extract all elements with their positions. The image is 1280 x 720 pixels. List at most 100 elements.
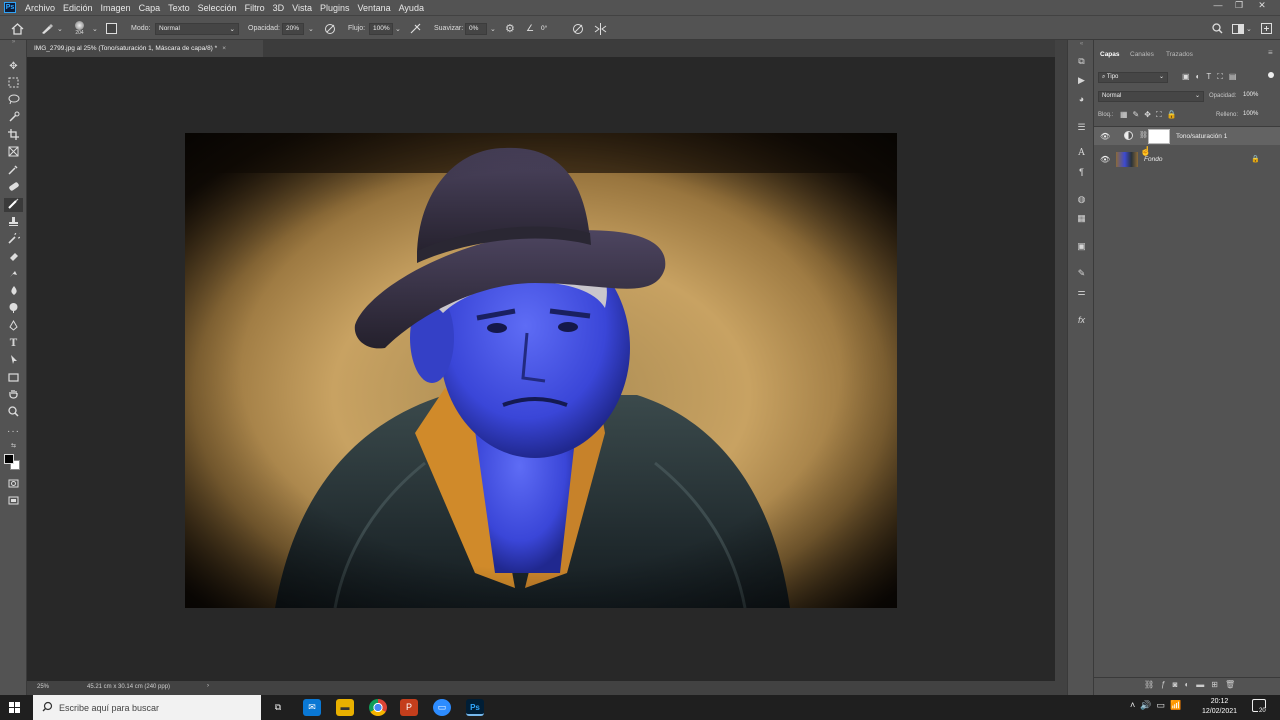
collapse-tools-icon[interactable]: » bbox=[4, 39, 23, 53]
properties-sliders-icon[interactable]: ⚌ bbox=[1074, 286, 1089, 299]
search-icon[interactable] bbox=[1212, 16, 1223, 41]
menu-texto[interactable]: Texto bbox=[164, 3, 194, 13]
tab-trazados[interactable]: Trazados bbox=[1166, 51, 1193, 58]
menu-ayuda[interactable]: Ayuda bbox=[395, 3, 428, 13]
angle-input[interactable]: 0° bbox=[538, 23, 560, 35]
adjustments-icon[interactable]: ☰ bbox=[1074, 121, 1089, 134]
chevron-down-icon[interactable]: ⌄ bbox=[308, 16, 314, 41]
swatches-grid-icon[interactable]: ▦ bbox=[1074, 212, 1089, 225]
lock-icons[interactable]: ▦✎✥⛶🔒 bbox=[1120, 110, 1182, 120]
smoothing-input[interactable]: 0% bbox=[465, 22, 487, 35]
airbrush-icon[interactable] bbox=[409, 16, 422, 41]
home-icon[interactable] bbox=[11, 16, 24, 41]
brush-tool-icon[interactable] bbox=[4, 198, 23, 212]
path-selection-tool-icon[interactable] bbox=[4, 354, 23, 368]
eye-visibility-icon[interactable]: 👁 bbox=[1100, 155, 1110, 164]
zoom-tool-icon[interactable] bbox=[4, 406, 23, 420]
history-panel-icon[interactable]: ⧉ bbox=[1074, 55, 1089, 68]
crop-tool-icon[interactable] bbox=[4, 129, 23, 143]
type-tool-icon[interactable]: T bbox=[4, 337, 23, 351]
share-icon[interactable] bbox=[1261, 16, 1272, 41]
close-tab-icon[interactable]: × bbox=[222, 45, 226, 52]
status-menu-arrow[interactable]: › bbox=[207, 683, 209, 689]
layer-opacity-input[interactable]: 100% bbox=[1240, 91, 1272, 102]
zoom-app-icon[interactable]: ▭ bbox=[433, 699, 451, 716]
more-tools-icon[interactable]: ··· bbox=[4, 425, 23, 439]
color-wheel-icon[interactable]: ◕ bbox=[1074, 93, 1089, 106]
menu-3d[interactable]: 3D bbox=[269, 3, 289, 13]
layer-row-background[interactable]: 👁 Fondo 🔒 bbox=[1094, 150, 1280, 169]
history-brush-tool-icon[interactable] bbox=[4, 231, 23, 247]
menu-seleccion[interactable]: Selección bbox=[194, 3, 241, 13]
marquee-tool-icon[interactable] bbox=[4, 77, 23, 91]
pressure-opacity-icon[interactable] bbox=[324, 16, 336, 41]
task-view-icon[interactable]: ⧉ bbox=[269, 699, 287, 716]
eye-visibility-icon[interactable]: 👁 bbox=[1100, 132, 1110, 141]
blur-tool-icon[interactable] bbox=[4, 285, 23, 299]
frame-tool-icon[interactable] bbox=[4, 146, 23, 160]
gradient-tool-icon[interactable] bbox=[4, 268, 23, 282]
eyedropper-tool-icon[interactable] bbox=[4, 164, 23, 178]
3d-panel-icon[interactable]: ◍ bbox=[1074, 193, 1089, 206]
filter-toggle-icon[interactable] bbox=[1268, 72, 1274, 78]
menu-capa[interactable]: Capa bbox=[135, 3, 165, 13]
system-tray-icons[interactable]: ˄🔊▭📶 bbox=[1130, 700, 1186, 711]
mode-select[interactable]: Normal ⌄ bbox=[155, 22, 239, 35]
chevron-down-icon[interactable]: ⌄ bbox=[1246, 16, 1252, 41]
chevron-down-icon[interactable]: ⌄ bbox=[92, 16, 98, 41]
flow-input[interactable]: 100% bbox=[369, 22, 393, 35]
gradients-icon[interactable]: ▣ bbox=[1074, 240, 1089, 253]
document-image[interactable] bbox=[185, 133, 897, 608]
powerpoint-icon[interactable]: P bbox=[400, 699, 418, 716]
layer-filter-icons[interactable]: ▣◐T⛶▤ bbox=[1182, 72, 1242, 82]
taskbar-search-box[interactable]: Escribe aquí para buscar bbox=[33, 695, 261, 720]
paragraph-panel-icon[interactable]: ¶ bbox=[1074, 166, 1089, 179]
menu-vista[interactable]: Vista bbox=[288, 3, 316, 13]
menu-ventana[interactable]: Ventana bbox=[354, 3, 395, 13]
chevron-down-icon[interactable]: ⌄ bbox=[395, 16, 401, 41]
menu-edicion[interactable]: Edición bbox=[59, 3, 97, 13]
pressure-size-icon[interactable] bbox=[572, 16, 584, 41]
quick-mask-icon[interactable] bbox=[4, 478, 23, 492]
zoom-level[interactable]: 25% bbox=[37, 684, 49, 690]
quick-select-tool-icon[interactable] bbox=[4, 111, 23, 125]
mail-app-icon[interactable]: ✉ bbox=[303, 699, 321, 716]
taskbar-clock[interactable]: 20:12 12/02/2021 bbox=[1197, 697, 1242, 717]
eraser-tool-icon[interactable] bbox=[4, 251, 23, 265]
layer-mask-thumbnail[interactable] bbox=[1148, 129, 1170, 144]
panel-menu-icon[interactable]: ≡ bbox=[1268, 48, 1273, 57]
move-tool-icon[interactable]: ✥ bbox=[4, 60, 23, 74]
blend-mode-select[interactable]: Normal ⌄ bbox=[1098, 91, 1204, 102]
layer-name[interactable]: Tono/saturación 1 bbox=[1176, 133, 1227, 140]
layer-footer-buttons[interactable]: ⛓ƒ◙◐▬⊞🗑 bbox=[1144, 680, 1242, 689]
close-button[interactable]: ✕ bbox=[1252, 0, 1272, 11]
layer-filter-select[interactable]: ⌕ Tipo ⌄ bbox=[1098, 72, 1168, 83]
restore-button[interactable]: ❐ bbox=[1229, 0, 1249, 11]
chevron-down-icon[interactable]: ⌄ bbox=[490, 16, 496, 41]
rectangle-tool-icon[interactable] bbox=[4, 372, 23, 386]
brushes-panel-icon[interactable]: ✎ bbox=[1074, 267, 1089, 280]
fill-input[interactable]: 100% bbox=[1240, 110, 1272, 121]
layer-name[interactable]: Fondo bbox=[1144, 156, 1162, 163]
brush-preset-picker[interactable]: 204 bbox=[75, 16, 84, 41]
screen-mode-icon[interactable] bbox=[4, 495, 23, 509]
character-panel-icon[interactable]: A bbox=[1074, 147, 1089, 160]
healing-brush-tool-icon[interactable] bbox=[4, 181, 23, 195]
menu-filtro[interactable]: Filtro bbox=[241, 3, 269, 13]
dodge-tool-icon[interactable] bbox=[4, 302, 23, 316]
pen-tool-icon[interactable] bbox=[4, 320, 23, 334]
windows-start-icon[interactable] bbox=[9, 702, 20, 713]
workspace-icon[interactable] bbox=[1232, 16, 1244, 41]
brush-tool-icon[interactable] bbox=[40, 16, 54, 41]
collapse-panels-icon[interactable]: « bbox=[1074, 40, 1089, 53]
photoshop-taskbar-icon[interactable]: Ps bbox=[466, 699, 484, 716]
link-chain-icon[interactable]: ⛓ bbox=[1139, 131, 1148, 139]
chrome-icon[interactable] bbox=[369, 699, 387, 716]
menu-imagen[interactable]: Imagen bbox=[97, 3, 135, 13]
opacity-input[interactable]: 20% bbox=[282, 22, 304, 35]
actions-play-icon[interactable]: ▶ bbox=[1074, 74, 1089, 87]
menu-plugins[interactable]: Plugins bbox=[316, 3, 354, 13]
document-tab[interactable]: IMG_2799.jpg al 25% (Tono/saturación 1, … bbox=[27, 40, 263, 57]
menu-archivo[interactable]: Archivo bbox=[21, 3, 59, 13]
tab-canales[interactable]: Canales bbox=[1130, 51, 1154, 58]
